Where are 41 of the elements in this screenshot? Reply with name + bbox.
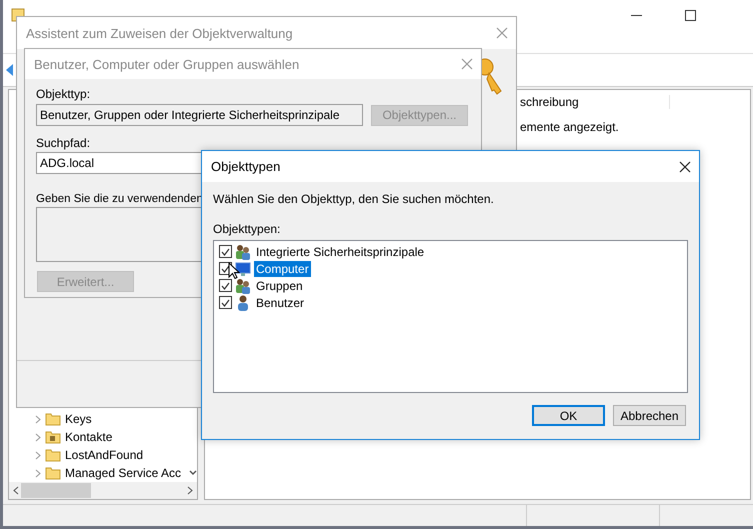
checkbox[interactable] bbox=[219, 245, 232, 258]
instruction-text: Wählen Sie den Objekttyp, den Sie suchen möchten. bbox=[213, 192, 494, 206]
empty-message: emente angezeigt. bbox=[520, 120, 619, 134]
checkbox[interactable] bbox=[219, 296, 232, 309]
list-item[interactable]: Gruppen bbox=[254, 278, 305, 294]
column-header[interactable]: schreibung bbox=[520, 95, 670, 109]
dialog-title: Benutzer, Computer oder Gruppen auswählen bbox=[34, 56, 300, 72]
user-icon bbox=[235, 294, 251, 310]
close-icon[interactable] bbox=[679, 160, 691, 172]
scroll-left-icon[interactable] bbox=[13, 486, 19, 495]
back-arrow-icon[interactable] bbox=[5, 63, 15, 77]
tree-item[interactable]: Keys bbox=[65, 412, 92, 426]
wizard-title: Assistent zum Zuweisen der Objektverwaltung bbox=[26, 26, 293, 40]
scroll-down-icon[interactable] bbox=[189, 470, 197, 476]
mouse-cursor-icon bbox=[228, 262, 240, 280]
field-label: Geben Sie die zu verwendenden bbox=[36, 193, 203, 205]
list-item[interactable]: Integrierte Sicherheitsprinzipale bbox=[254, 244, 426, 260]
tree-item[interactable]: Managed Service Acc bbox=[64, 466, 182, 480]
dialog-title: Objekttypen bbox=[211, 159, 280, 174]
folder-icon bbox=[45, 412, 61, 426]
computer-icon bbox=[235, 260, 251, 276]
list-label: Objekttypen: bbox=[213, 222, 280, 236]
object-type-field: Benutzer, Gruppen oder Integrierte Sicherheitsprinzipale bbox=[36, 104, 363, 126]
group-icon bbox=[235, 244, 251, 260]
folder-icon bbox=[44, 466, 61, 480]
horizontal-scrollbar[interactable] bbox=[9, 482, 197, 499]
contacts-folder-icon bbox=[45, 430, 61, 444]
field-label: Suchpfad: bbox=[36, 136, 90, 150]
folder-icon bbox=[45, 448, 61, 462]
maximize-icon[interactable] bbox=[684, 10, 696, 20]
cancel-button[interactable]: Abbrechen bbox=[613, 405, 686, 426]
field-label: Objekttyp: bbox=[36, 87, 90, 101]
ok-button[interactable]: OK bbox=[532, 405, 605, 426]
tree-item[interactable]: Kontakte bbox=[65, 430, 112, 444]
group-icon bbox=[235, 278, 251, 294]
tree-item[interactable]: LostAndFound bbox=[65, 448, 144, 462]
scroll-right-icon[interactable] bbox=[187, 486, 193, 495]
list-item[interactable]: Benutzer bbox=[254, 294, 306, 310]
minimize-icon[interactable] bbox=[630, 14, 642, 16]
checkbox[interactable] bbox=[219, 279, 232, 292]
list-item[interactable]: Computer bbox=[254, 260, 311, 276]
